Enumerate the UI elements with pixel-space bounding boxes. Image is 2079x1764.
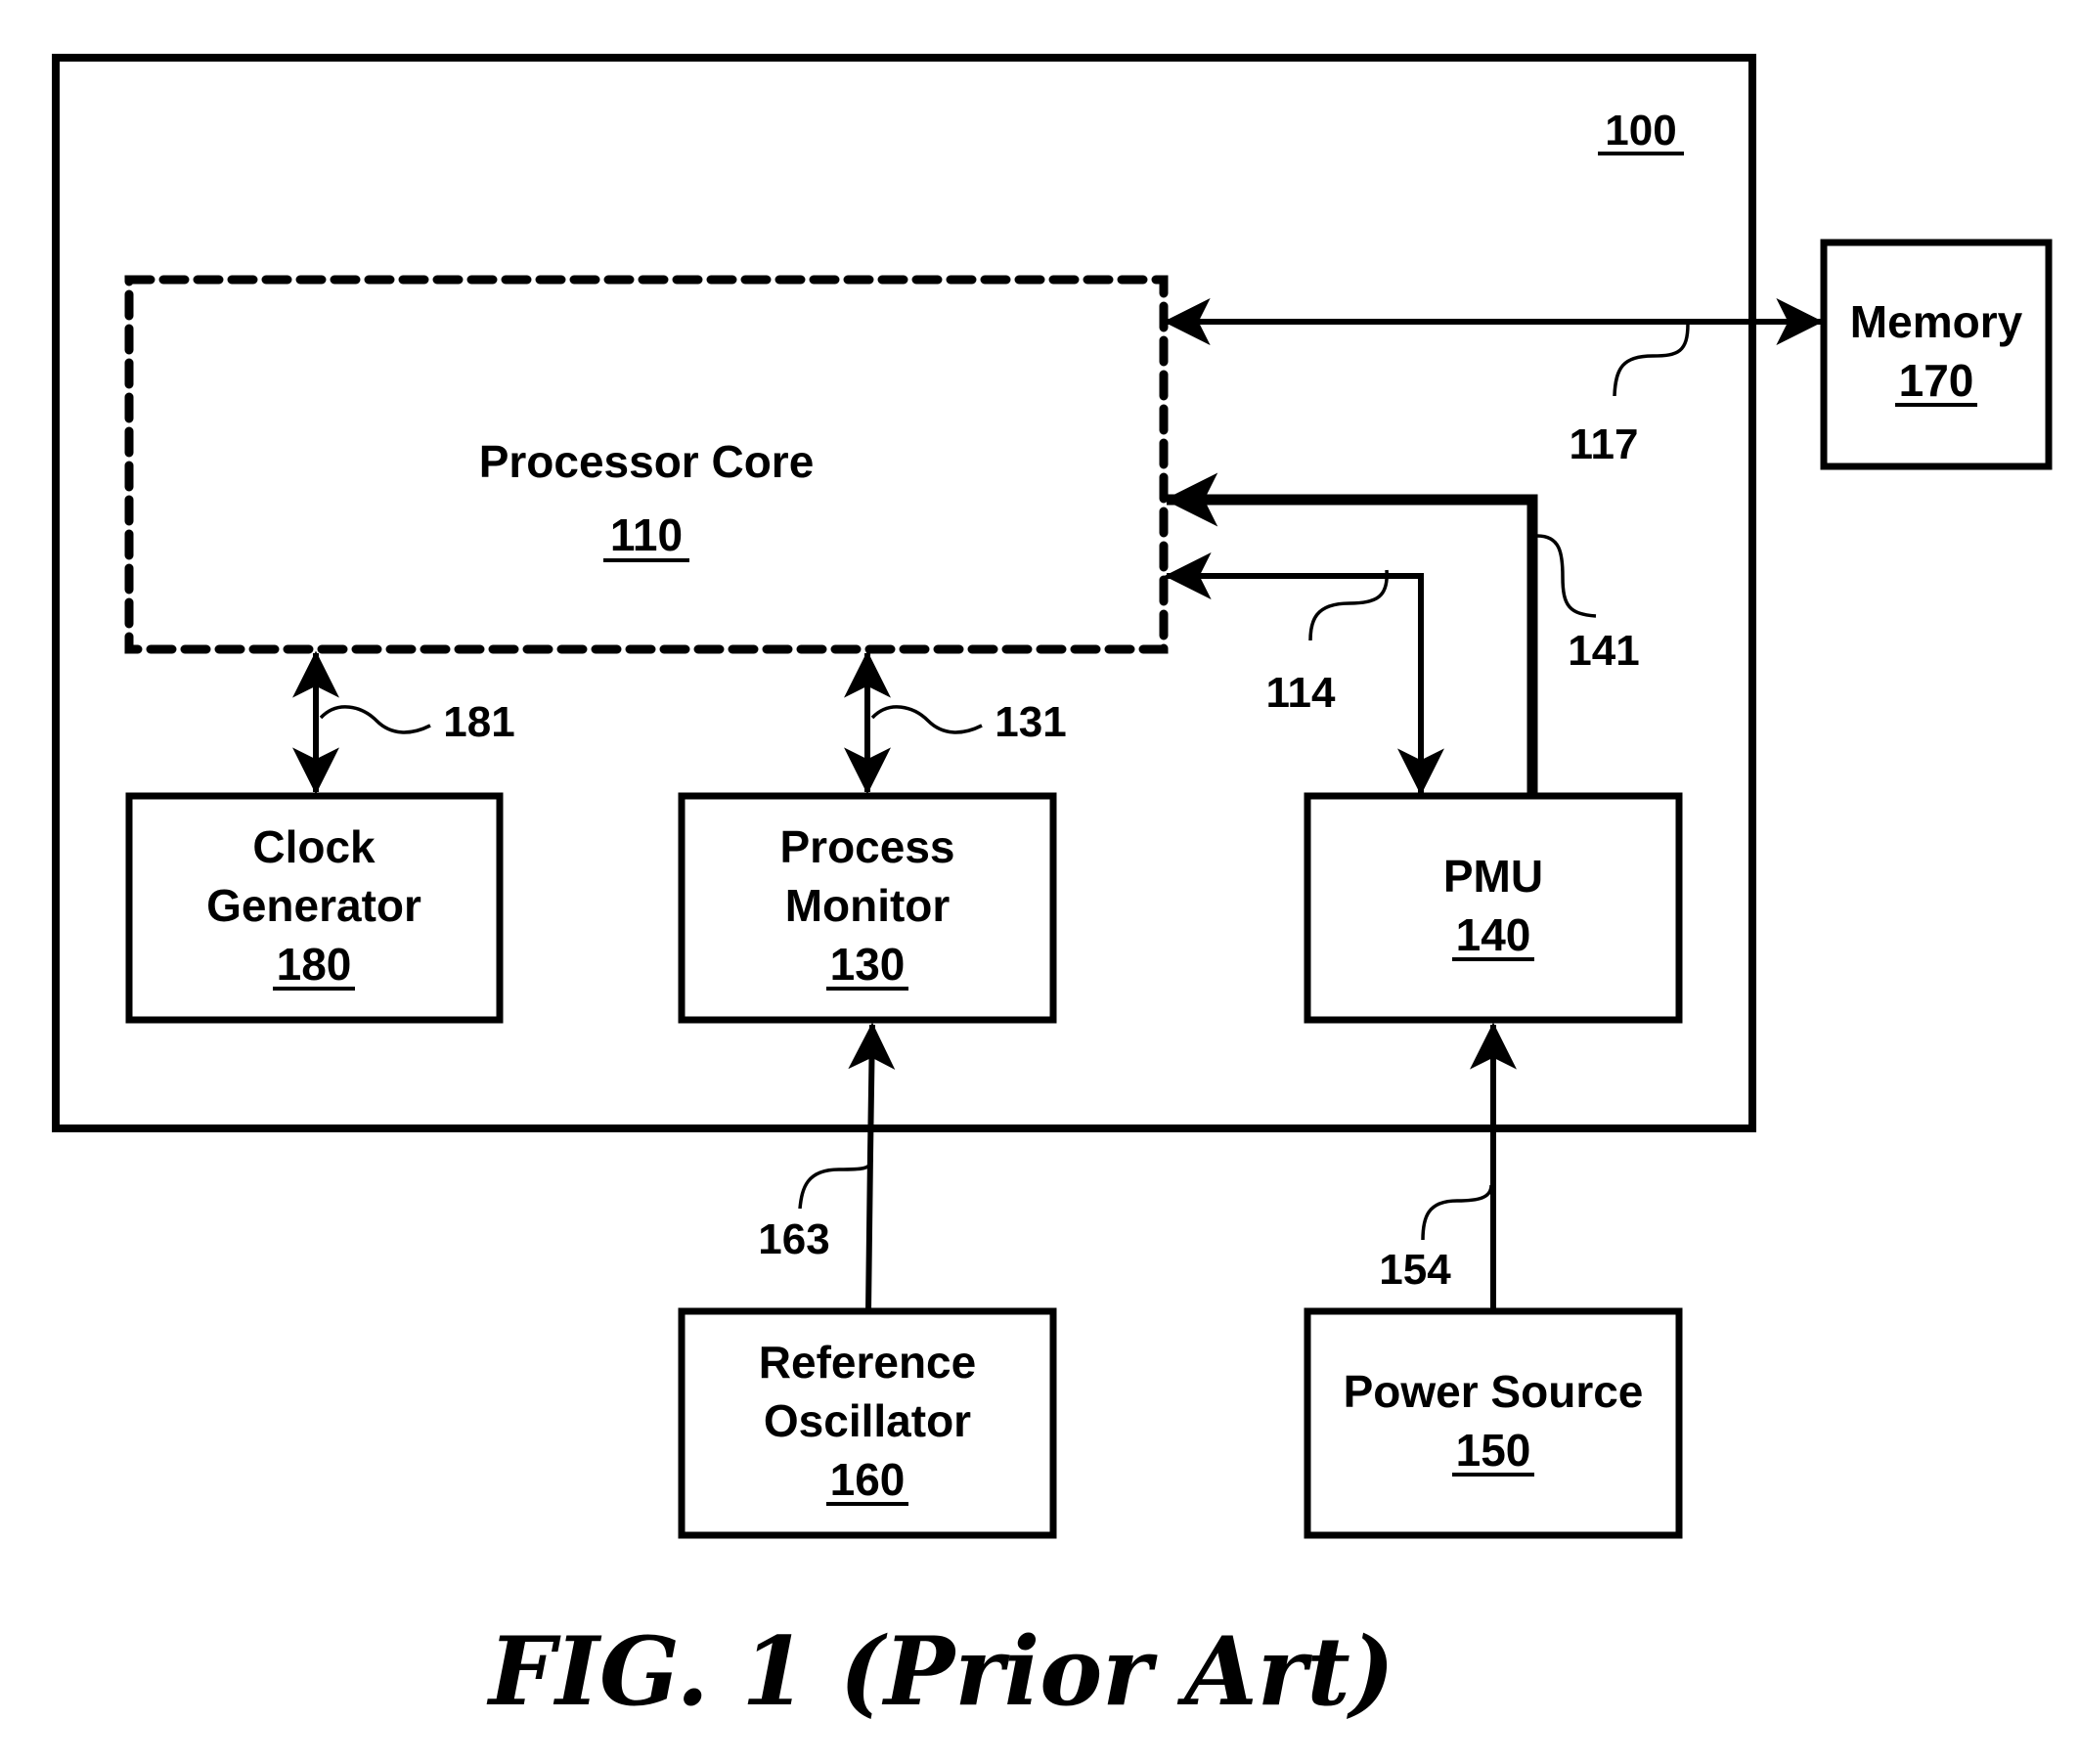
connection-141: 141 [1164, 472, 1640, 799]
system-ref: 100 [1605, 107, 1676, 154]
label-181: 181 [443, 698, 514, 746]
pmu-ref: 140 [1456, 909, 1531, 960]
pmu-block: PMU 140 [1304, 792, 1683, 1024]
leader-163 [798, 1159, 873, 1210]
processor-core-block: Processor Core 110 [124, 275, 1169, 654]
connection-154: 154 [1379, 1022, 1517, 1311]
processor-core-title: Processor Core [479, 436, 815, 487]
label-141: 141 [1568, 627, 1639, 675]
connection-114: 114 [1164, 552, 1444, 796]
leader-117 [1613, 323, 1690, 397]
process-monitor-line2: Monitor [785, 880, 951, 931]
clock-generator-line1: Clock [252, 821, 376, 872]
processor-core-ref: 110 [610, 509, 683, 560]
process-monitor-block: Process Monitor 130 [678, 792, 1057, 1024]
label-114: 114 [1266, 669, 1337, 717]
power-source-title: Power Source [1344, 1366, 1644, 1417]
reference-oscillator-block: Reference Oscillator 160 [678, 1307, 1057, 1539]
leader-181 [319, 705, 431, 734]
reference-oscillator-ref: 160 [830, 1454, 906, 1505]
leader-154 [1421, 1184, 1493, 1241]
label-131: 131 [995, 698, 1066, 746]
connection-163: 163 [758, 1022, 896, 1312]
power-source-block: Power Source 150 [1304, 1307, 1683, 1539]
leader-131 [870, 705, 983, 734]
clock-generator-ref: 180 [277, 939, 352, 990]
reference-oscillator-line1: Reference [759, 1337, 976, 1388]
line-141-arrow [1164, 472, 1538, 799]
leader-141 [1536, 534, 1597, 618]
label-154: 154 [1379, 1246, 1451, 1294]
reference-oscillator-line2: Oscillator [764, 1395, 971, 1446]
power-source-ref: 150 [1456, 1425, 1531, 1476]
line-163-arrow [848, 1022, 896, 1312]
connection-131: 131 [844, 650, 1067, 795]
block-diagram: 100 Processor Core 110 Clock Generator 1… [52, 54, 2053, 1727]
leader-114 [1308, 569, 1389, 641]
figure-caption: FIG. 1 (Prior Art) [486, 1616, 1394, 1727]
clock-generator-line2: Generator [206, 880, 421, 931]
label-163: 163 [758, 1215, 829, 1263]
connection-117: 117 [1163, 298, 1824, 468]
memory-block: Memory 170 [1820, 239, 2053, 470]
clock-generator-block: Clock Generator 180 [125, 792, 504, 1024]
memory-title: Memory [1850, 296, 2023, 347]
connection-181: 181 [292, 650, 515, 795]
process-monitor-line1: Process [779, 821, 954, 872]
label-117: 117 [1570, 420, 1639, 468]
pmu-title: PMU [1443, 851, 1543, 902]
process-monitor-ref: 130 [830, 939, 906, 990]
memory-ref: 170 [1899, 355, 1974, 406]
